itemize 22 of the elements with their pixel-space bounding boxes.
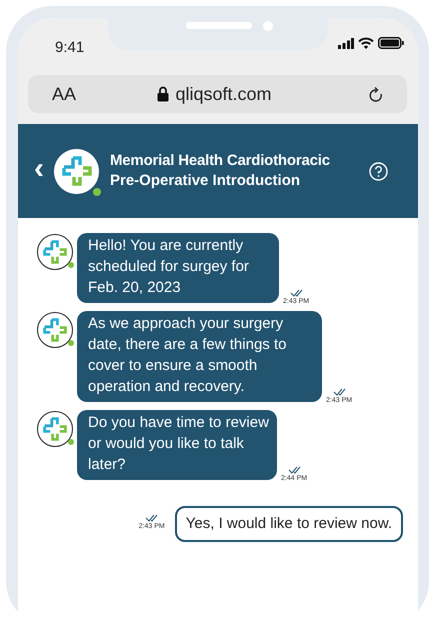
reload-icon[interactable] — [369, 86, 383, 102]
bot-avatar — [37, 312, 73, 348]
bot-message-bubble: Do you have time to review or would you like to talk later? — [77, 410, 277, 480]
bot-message-bubble: As we approach your surgery date, there are a few things to cover to ensure a smooth operation and recovery. — [77, 311, 322, 402]
bot-message-bubble: Hello! You are currently scheduled for surgey for Feb. 20, 2023 — [77, 233, 279, 303]
speaker-slot — [186, 22, 252, 29]
chat-title: Memorial Health Cardiothoracic — [110, 151, 331, 171]
wifi-icon — [358, 37, 374, 49]
text-size-button[interactable]: AA — [52, 80, 76, 108]
url-text: qliqsoft.com — [175, 82, 272, 106]
battery-icon — [378, 37, 404, 49]
lock-icon — [157, 86, 170, 102]
help-icon[interactable] — [369, 162, 388, 180]
bot-avatar — [37, 411, 73, 447]
user-message-bubble: Yes, I would like to review now. — [174, 506, 403, 542]
back-button[interactable]: ‹ — [34, 154, 44, 184]
signal-icon — [338, 38, 354, 48]
status-time: 9:41 — [55, 38, 84, 58]
cross-logo-icon — [62, 156, 92, 186]
url-bar[interactable]: AA qliqsoft.com — [28, 75, 407, 113]
chat-subtitle: Pre-Operative Introduction — [110, 171, 302, 191]
bot-avatar — [37, 234, 73, 270]
